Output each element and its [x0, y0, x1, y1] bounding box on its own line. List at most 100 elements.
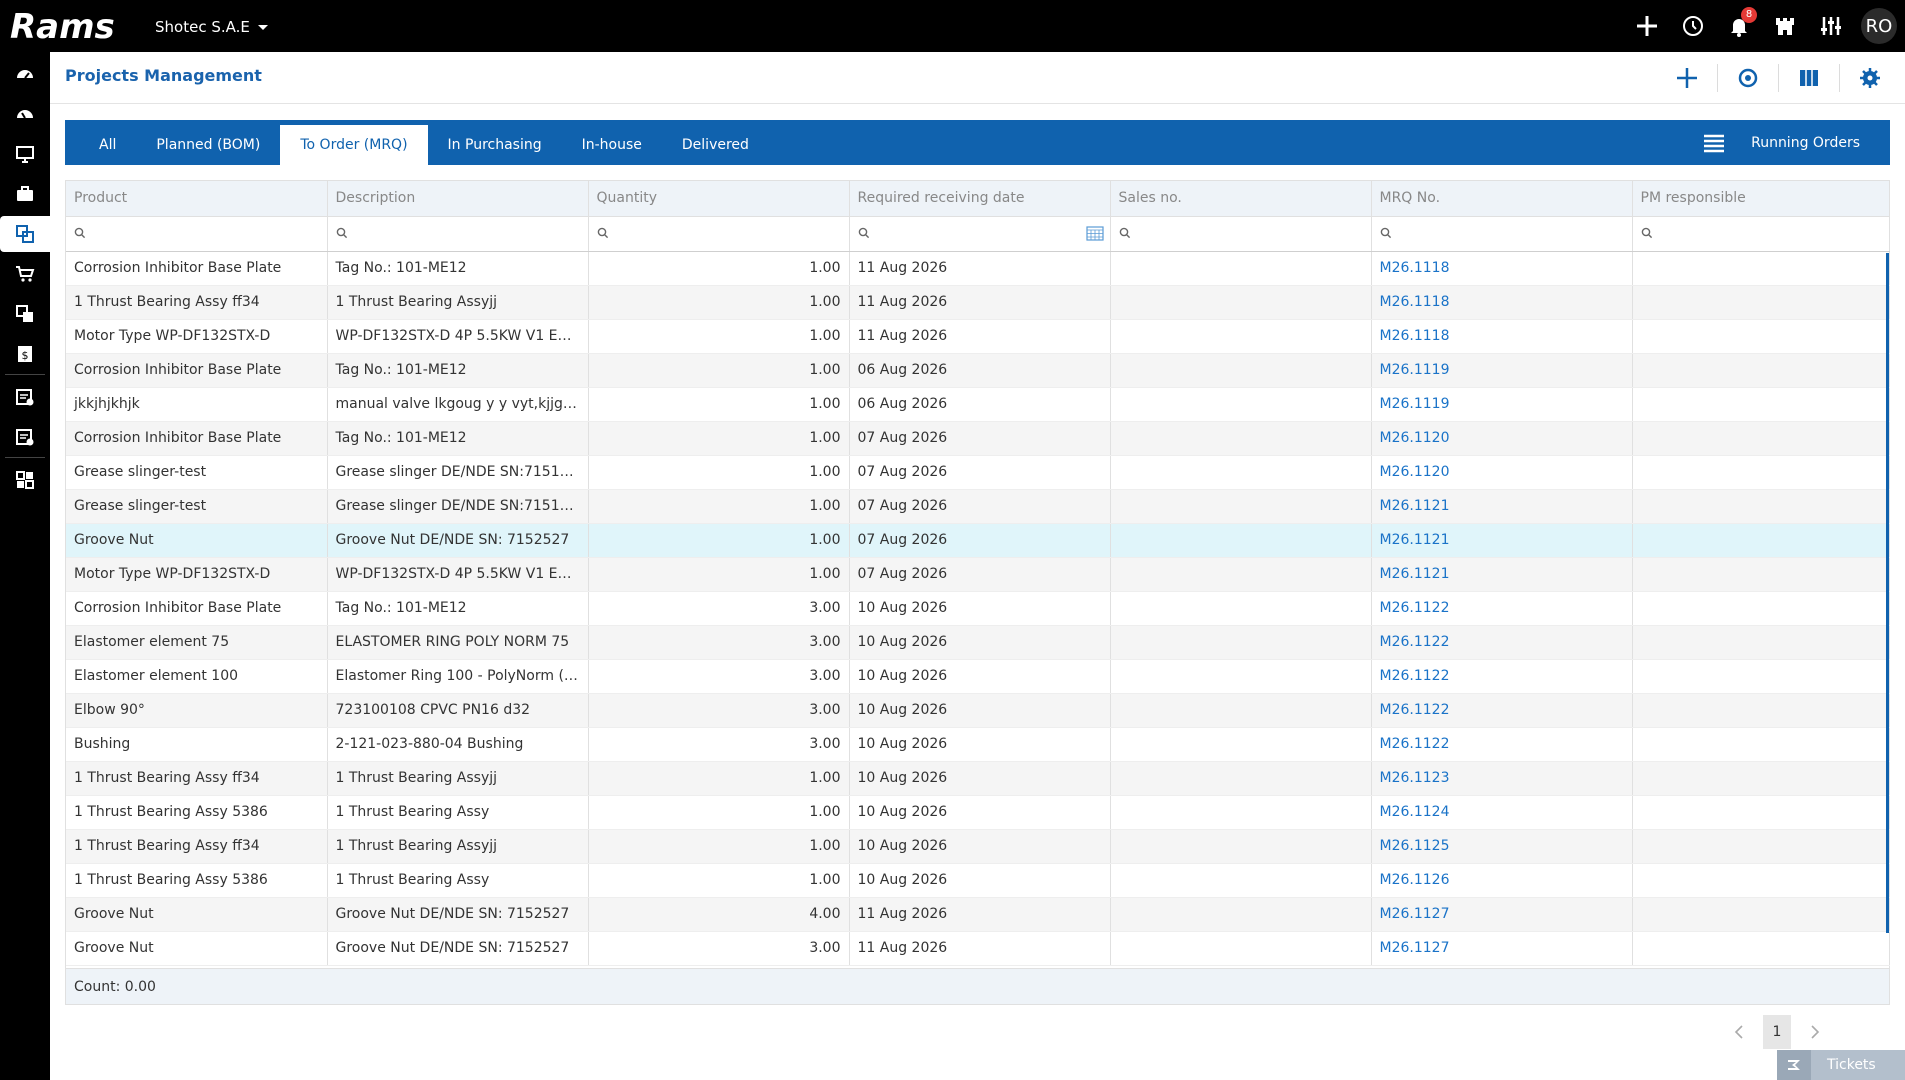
cell-mrq-no[interactable]: M26.1122: [1371, 693, 1633, 728]
sidebar-dashboard-icon[interactable]: [0, 56, 50, 92]
sidebar-finance-icon[interactable]: $: [0, 336, 50, 372]
filter-required-date[interactable]: [849, 216, 1111, 252]
cell-mrq-no[interactable]: M26.1119: [1371, 387, 1633, 422]
sidebar-monitor-icon[interactable]: [0, 136, 50, 172]
next-page-button[interactable]: [1805, 1017, 1825, 1047]
tab-in-house[interactable]: In-house: [562, 125, 662, 165]
table-row[interactable]: Groove Nut Groove Nut DE/NDE SN: 7152527 4…: [66, 897, 1890, 932]
table-row[interactable]: Elastomer element 75 ELASTOMER RING POLY …: [66, 625, 1890, 660]
column-header-product[interactable]: Product: [66, 181, 328, 217]
cell-mrq-no[interactable]: M26.1125: [1371, 829, 1633, 864]
cell-sales-no: [1110, 863, 1372, 898]
history-icon[interactable]: [1677, 10, 1709, 42]
column-header-quantity[interactable]: Quantity: [588, 181, 850, 217]
cell-mrq-no[interactable]: M26.1123: [1371, 761, 1633, 796]
sidebar-inventory-icon[interactable]: [0, 296, 50, 332]
settings-button[interactable]: [1850, 62, 1890, 94]
sidebar-cart-icon[interactable]: [0, 256, 50, 292]
column-header-required-date[interactable]: Required receiving date: [849, 181, 1111, 217]
table-row[interactable]: Corrosion Inhibitor Base Plate Tag No.: 1…: [66, 353, 1890, 388]
company-selector[interactable]: Shotec S.A.E: [155, 18, 268, 36]
search-icon: [597, 227, 608, 239]
table-row[interactable]: Grease slinger-test Grease slinger DE/NDE…: [66, 455, 1890, 490]
rams-logo[interactable]: Rams: [10, 6, 130, 46]
calendar-icon[interactable]: [1085, 225, 1104, 241]
filter-product[interactable]: [66, 216, 328, 252]
filter-quantity[interactable]: [588, 216, 850, 252]
table-row[interactable]: Bushing 2-121-023-880-04 Bushing 3.00 10 Au…: [66, 727, 1890, 762]
cell-sales-no: [1110, 727, 1372, 762]
filter-mrq-no[interactable]: [1371, 216, 1633, 252]
bell-icon[interactable]: 8: [1723, 7, 1757, 42]
filter-pm-responsible[interactable]: [1632, 216, 1890, 252]
running-orders-button[interactable]: Running Orders: [1703, 120, 1860, 165]
table-row[interactable]: jkkjhjkhjk manual valve lkgoug y y vyt,kj…: [66, 387, 1890, 422]
user-avatar[interactable]: RO: [1861, 8, 1897, 44]
cell-mrq-no[interactable]: M26.1126: [1371, 863, 1633, 898]
column-header-description[interactable]: Description: [327, 181, 589, 217]
cell-pm-responsible: [1632, 285, 1890, 320]
table-row[interactable]: Grease slinger-test Grease slinger DE/NDE…: [66, 489, 1890, 524]
cell-mrq-no[interactable]: M26.1118: [1371, 251, 1633, 286]
cell-mrq-no[interactable]: M26.1118: [1371, 285, 1633, 320]
table-row[interactable]: Corrosion Inhibitor Base Plate Tag No.: 1…: [66, 421, 1890, 456]
table-row[interactable]: 1 Thrust Bearing Assy ff34 1 Thrust Beari…: [66, 829, 1890, 864]
table-row[interactable]: Elbow 90° 723100108 CPVC PN16 d32 3.00 10 A…: [66, 693, 1890, 728]
cell-mrq-no[interactable]: M26.1120: [1371, 421, 1633, 456]
cell-mrq-no[interactable]: M26.1121: [1371, 489, 1633, 524]
refresh-button[interactable]: [1728, 62, 1768, 94]
table-row[interactable]: Motor Type WP-DF132STX-D WP-DF132STX-D 4P…: [66, 319, 1890, 354]
cell-mrq-no[interactable]: M26.1122: [1371, 659, 1633, 694]
tab-all[interactable]: All: [79, 125, 136, 165]
table-row[interactable]: 1 Thrust Bearing Assy ff34 1 Thrust Beari…: [66, 285, 1890, 320]
table-row[interactable]: Corrosion Inhibitor Base Plate Tag No.: 1…: [66, 251, 1890, 286]
table-row[interactable]: 1 Thrust Bearing Assy 5386 1 Thrust Beari…: [66, 863, 1890, 898]
table-row[interactable]: Motor Type WP-DF132STX-D WP-DF132STX-D 4P…: [66, 557, 1890, 592]
column-header-sales-no[interactable]: Sales no.: [1110, 181, 1372, 217]
cell-quantity: 1.00: [588, 863, 850, 898]
cell-mrq-no[interactable]: M26.1121: [1371, 557, 1633, 592]
grid-scrollbar[interactable]: [1886, 253, 1889, 933]
table-row[interactable]: 1 Thrust Bearing Assy 5386 1 Thrust Beari…: [66, 795, 1890, 830]
table-row[interactable]: Groove Nut Groove Nut DE/NDE SN: 7152527 3…: [66, 931, 1890, 966]
cell-mrq-no[interactable]: M26.1127: [1371, 931, 1633, 966]
filter-description[interactable]: [327, 216, 589, 252]
add-project-button[interactable]: [1667, 62, 1707, 94]
cell-mrq-no[interactable]: M26.1122: [1371, 625, 1633, 660]
column-header-mrq-no[interactable]: MRQ No.: [1371, 181, 1633, 217]
cell-mrq-no[interactable]: M26.1127: [1371, 897, 1633, 932]
castle-icon[interactable]: [1769, 10, 1801, 42]
cell-mrq-no[interactable]: M26.1120: [1371, 455, 1633, 490]
cell-product: 1 Thrust Bearing Assy ff34: [66, 761, 328, 796]
tab-delivered[interactable]: Delivered: [662, 125, 769, 165]
cell-mrq-no[interactable]: M26.1122: [1371, 591, 1633, 626]
tab-in-purchasing[interactable]: In Purchasing: [428, 125, 562, 165]
table-row[interactable]: Groove Nut Groove Nut DE/NDE SN: 7152527 1…: [66, 523, 1890, 558]
cell-mrq-no[interactable]: M26.1118: [1371, 319, 1633, 354]
tab-to-order-mrq[interactable]: To Order (MRQ): [280, 125, 428, 165]
prev-page-button[interactable]: [1729, 1017, 1749, 1047]
cell-mrq-no[interactable]: M26.1119: [1371, 353, 1633, 388]
add-icon[interactable]: [1631, 10, 1663, 42]
cell-mrq-no[interactable]: M26.1122: [1371, 727, 1633, 762]
table-row[interactable]: 1 Thrust Bearing Assy ff34 1 Thrust Beari…: [66, 761, 1890, 796]
sidebar-widgets-icon[interactable]: [0, 462, 50, 498]
tickets-button[interactable]: Tickets: [1777, 1050, 1905, 1080]
sidebar-briefcase-icon[interactable]: [0, 176, 50, 212]
table-row[interactable]: Corrosion Inhibitor Base Plate Tag No.: 1…: [66, 591, 1890, 626]
cell-mrq-no[interactable]: M26.1121: [1371, 523, 1633, 558]
sidebar-gauge-icon[interactable]: [0, 96, 50, 132]
filter-sales-no[interactable]: [1110, 216, 1372, 252]
sidebar-reports-icon[interactable]: [0, 419, 50, 455]
columns-button[interactable]: [1789, 62, 1829, 94]
search-icon: [1119, 227, 1130, 239]
table-row[interactable]: Elastomer element 100 Elastomer Ring 100 …: [66, 659, 1890, 694]
cell-mrq-no[interactable]: M26.1124: [1371, 795, 1633, 830]
column-header-pm-responsible[interactable]: PM responsible: [1632, 181, 1890, 217]
cell-sales-no: [1110, 795, 1372, 830]
tab-planned-bom[interactable]: Planned (BOM): [136, 125, 280, 165]
sliders-icon[interactable]: [1815, 10, 1847, 42]
sidebar-approvals-icon[interactable]: [0, 379, 50, 415]
sidebar-projects-icon[interactable]: [0, 216, 50, 252]
page-number[interactable]: 1: [1763, 1015, 1791, 1049]
